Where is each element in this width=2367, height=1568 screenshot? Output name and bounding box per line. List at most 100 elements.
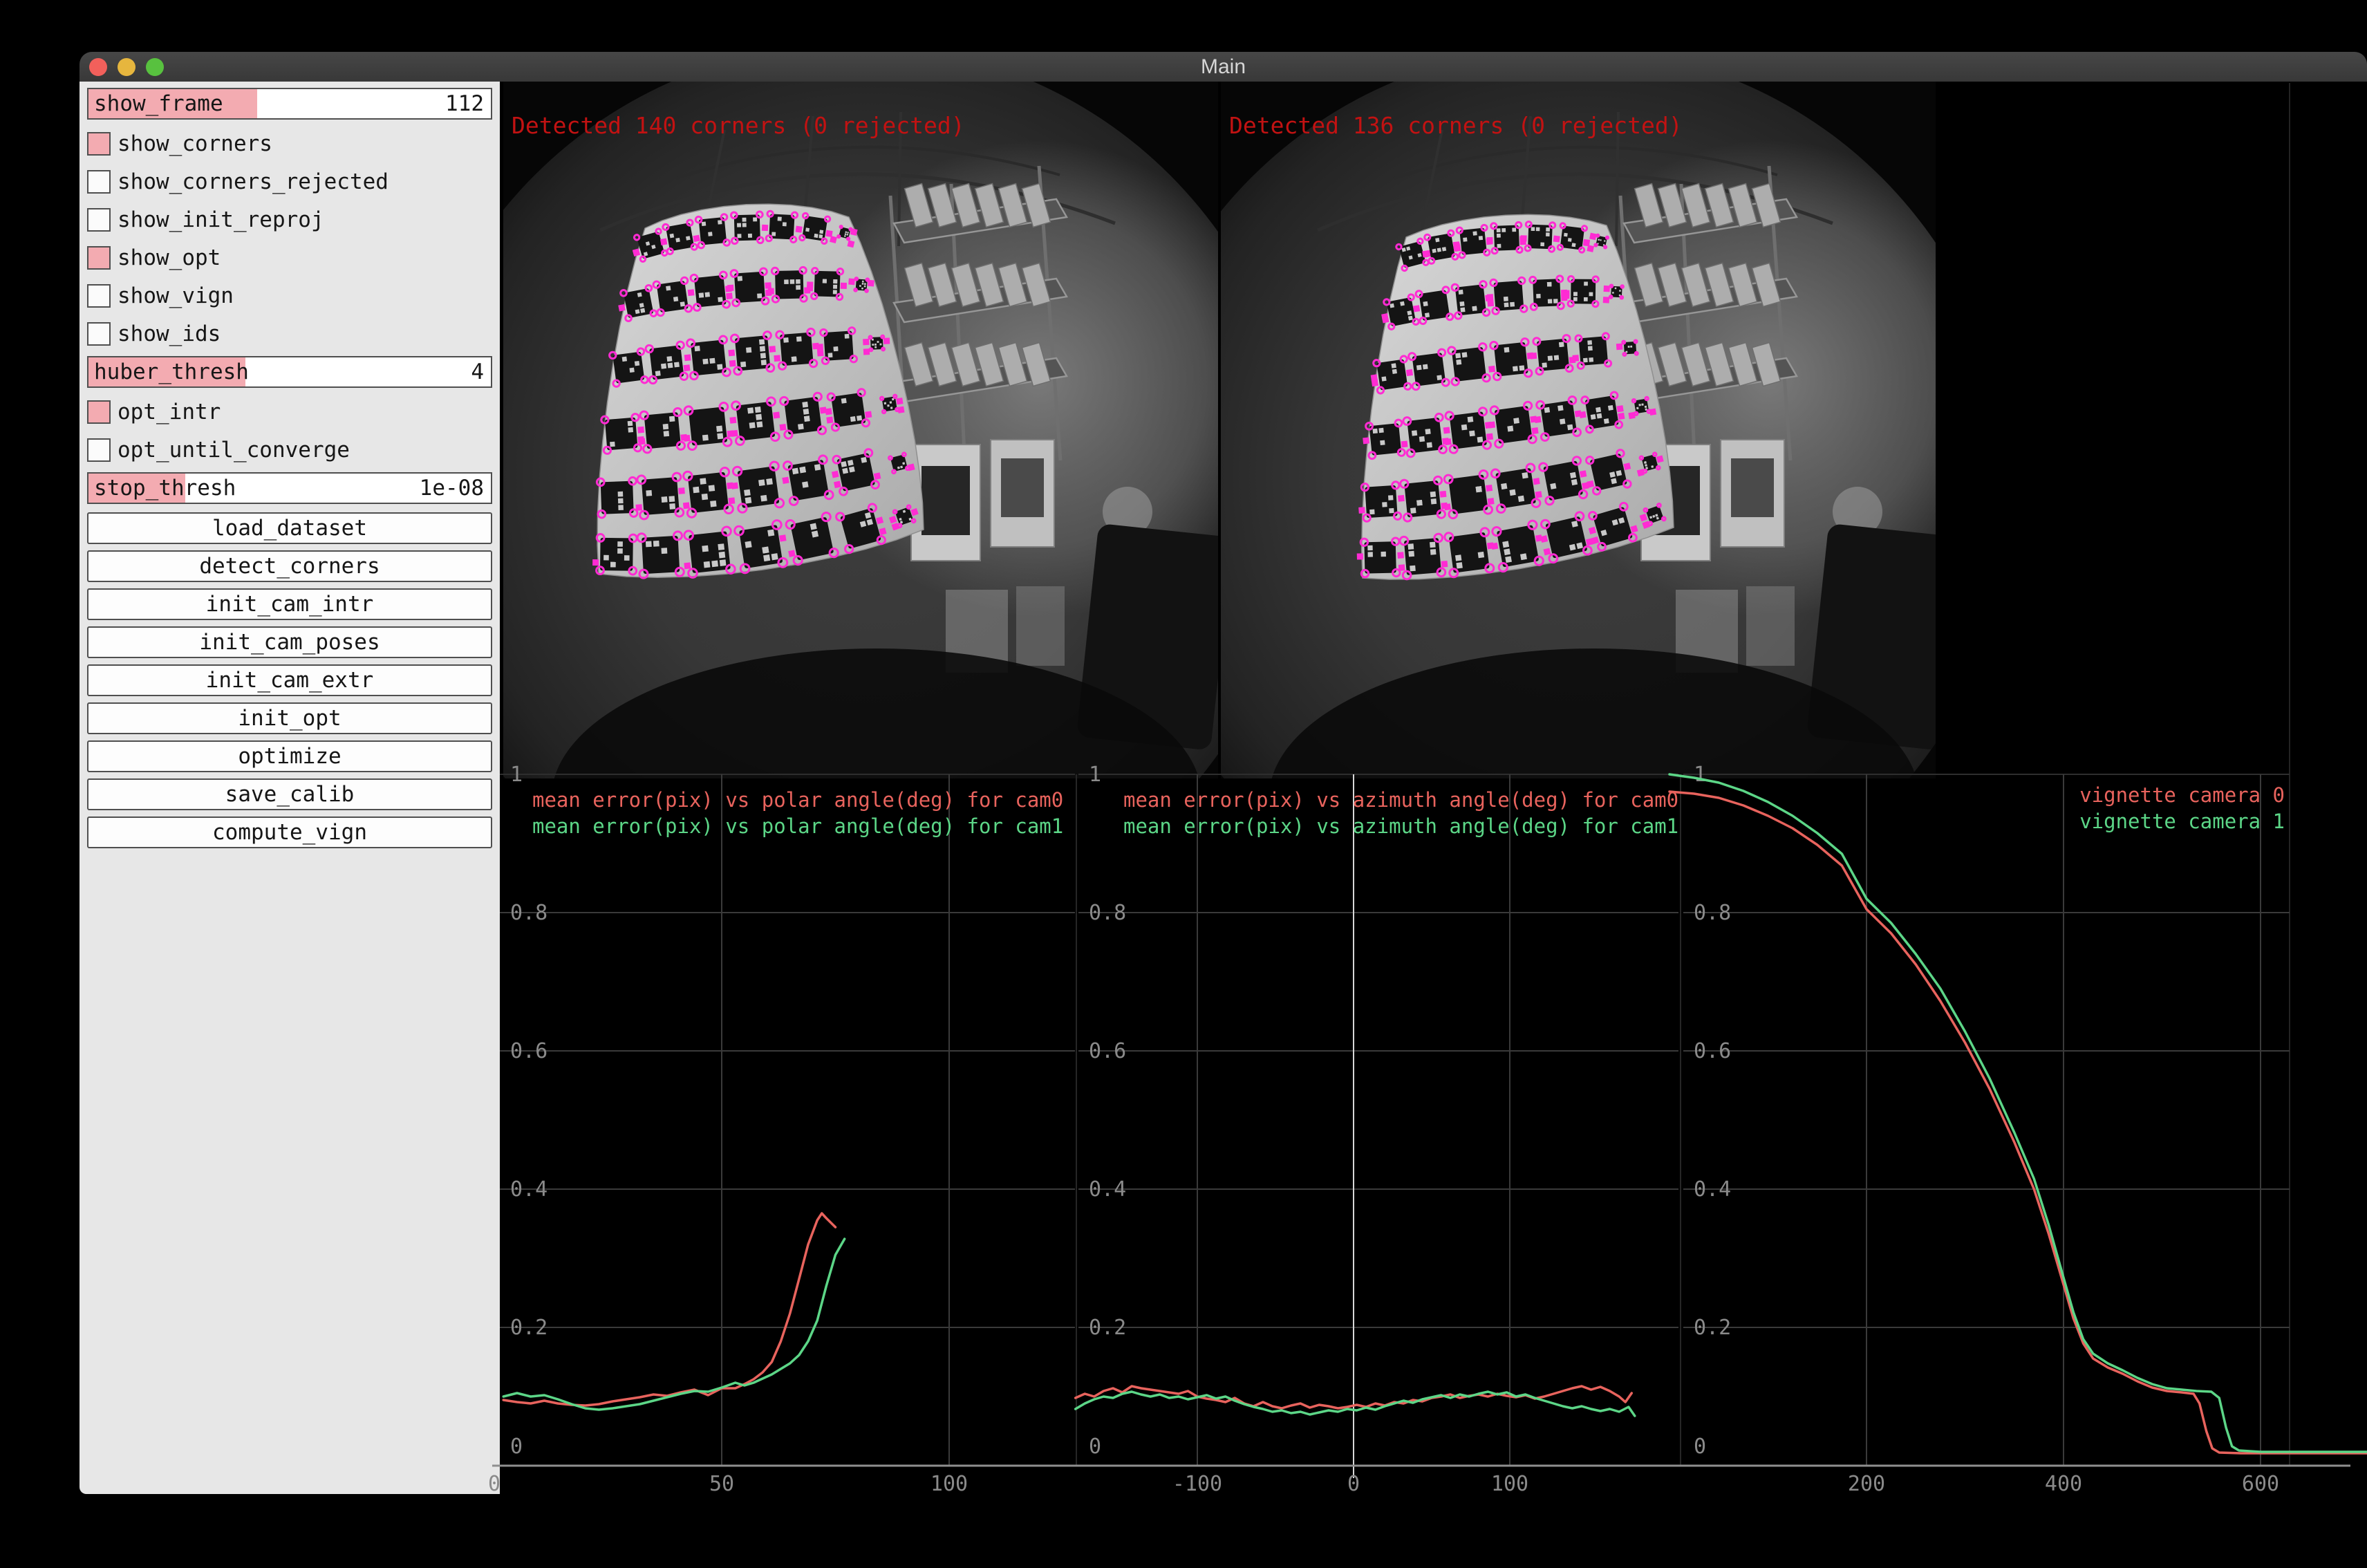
init_cam_extr-button[interactable]: init_cam_extr: [87, 664, 492, 696]
x-tick-label: 100: [1491, 1472, 1528, 1494]
corner-marker-icon: [883, 337, 890, 344]
slider-show_frame[interactable]: show_frame112: [87, 88, 492, 120]
checkbox-opt_until_converge[interactable]: opt_until_converge: [87, 434, 492, 465]
corner-marker-icon: [868, 280, 874, 287]
corner-marker-icon: [1453, 244, 1460, 251]
corner-marker-icon: [1488, 366, 1495, 373]
corner-marker-icon: [832, 471, 839, 478]
corner-marker-icon: [817, 350, 824, 357]
corner-marker-icon: [684, 435, 691, 442]
apriltag: [1408, 348, 1450, 390]
corner-marker-icon: [731, 483, 738, 489]
maximize-icon[interactable]: [146, 58, 164, 76]
corner-marker-icon: [1486, 485, 1493, 492]
corner-marker-icon: [728, 497, 735, 504]
corner-marker-icon: [768, 288, 774, 295]
checkbox-show_corners[interactable]: show_corners: [87, 128, 492, 159]
corner-marker-icon: [1488, 422, 1495, 429]
slider-value: 4: [471, 360, 484, 384]
x-tick-label: -100: [1172, 1472, 1222, 1494]
corner-marker-icon: [639, 438, 646, 445]
slider-huber_thresh[interactable]: huber_thresh4: [87, 356, 492, 388]
checkbox-box[interactable]: [87, 132, 111, 156]
corner-marker-icon: [863, 339, 869, 345]
plot-azimuth-error: -100010000.20.40.60.81mean error(pix) vs…: [1076, 763, 1678, 1494]
detect_corners-button[interactable]: detect_corners: [87, 550, 492, 582]
corner-marker-icon: [731, 430, 738, 437]
checkbox-box[interactable]: [87, 246, 111, 270]
checkbox-label: show_ids: [118, 321, 221, 346]
checkbox-opt_intr[interactable]: opt_intr: [87, 396, 492, 427]
plot-polar-error-area[interactable]: [500, 774, 1075, 1466]
corner-marker-icon: [788, 550, 796, 557]
checkbox-box[interactable]: [87, 438, 111, 462]
corner-marker-icon: [782, 477, 789, 484]
save_calib-button[interactable]: save_calib: [87, 778, 492, 810]
apriltag: [1520, 221, 1555, 252]
checkbox-box[interactable]: [87, 322, 111, 346]
corner-marker-icon: [726, 292, 733, 299]
corner-marker-icon: [1618, 413, 1625, 420]
apriltag: [597, 477, 637, 518]
plot-vignette-area[interactable]: [1683, 774, 2367, 1466]
corner-marker-icon: [774, 355, 780, 362]
load_dataset-button[interactable]: load_dataset: [87, 512, 492, 544]
init_cam_intr-button[interactable]: init_cam_intr: [87, 588, 492, 620]
corner-marker-icon: [1382, 316, 1390, 324]
corner-marker-icon: [688, 289, 695, 296]
corner-marker-icon: [683, 502, 690, 509]
checkbox-show_ids[interactable]: show_ids: [87, 318, 492, 349]
checkbox-label: show_init_reproj: [118, 207, 324, 232]
control-sidebar: show_frame112 show_corners show_corners_re…: [79, 82, 500, 1494]
camera-view-0: Detected 140 corners (0 rejected): [503, 82, 1218, 778]
plot-polar-error: 05010000.20.40.60.81mean error(pix) vs p…: [488, 763, 1075, 1494]
corner-marker-icon: [1440, 491, 1447, 498]
corner-marker-icon: [1603, 297, 1609, 303]
corner-marker-icon: [1372, 380, 1378, 386]
corner-marker-icon: [825, 408, 832, 415]
minimize-icon[interactable]: [118, 58, 135, 76]
checkbox-label: opt_intr: [118, 400, 221, 424]
checkbox-show_vign[interactable]: show_vign: [87, 280, 492, 311]
checkbox-box[interactable]: [87, 400, 111, 424]
corner-marker-icon: [1486, 433, 1493, 440]
checkbox-box[interactable]: [87, 170, 111, 194]
close-icon[interactable]: [89, 58, 107, 76]
corner-marker-icon: [1487, 300, 1494, 307]
checkbox-box[interactable]: [87, 284, 111, 308]
checkbox-show_init_reproj[interactable]: show_init_reproj: [87, 204, 492, 235]
corner-marker-icon: [1563, 292, 1569, 299]
checkbox-show_corners_rejected[interactable]: show_corners_rejected: [87, 166, 492, 197]
traffic-lights: [89, 52, 164, 82]
corner-marker-icon: [727, 285, 734, 292]
corner-marker-icon: [1486, 237, 1493, 243]
corner-marker-icon: [729, 360, 736, 367]
corner-marker-icon: [618, 304, 626, 312]
checkbox-box[interactable]: [87, 208, 111, 232]
corner-marker-icon: [1413, 305, 1420, 312]
corner-marker-icon: [1616, 405, 1623, 412]
x-tick-label: 400: [2045, 1472, 2082, 1494]
corner-marker-icon: [816, 344, 823, 351]
init_cam_poses-button[interactable]: init_cam_poses: [87, 626, 492, 658]
plot-azimuth-error-area[interactable]: [1078, 774, 1678, 1466]
title-bar[interactable]: Main: [79, 52, 2367, 82]
corner-marker-icon: [660, 239, 667, 245]
corner-marker-icon: [1357, 553, 1363, 559]
corner-marker-icon: [1589, 233, 1597, 241]
compute_vign-button[interactable]: compute_vign: [87, 816, 492, 848]
init_opt-button[interactable]: init_opt: [87, 702, 492, 734]
corner-marker-icon: [1553, 236, 1560, 243]
corner-marker-icon: [762, 225, 768, 231]
apriltag: [653, 277, 692, 317]
slider-value: 112: [445, 91, 484, 116]
x-tick-label: 100: [930, 1472, 968, 1494]
corner-marker-icon: [1444, 503, 1451, 510]
optimize-button[interactable]: optimize: [87, 740, 492, 772]
corner-marker-icon: [1491, 543, 1498, 550]
checkbox-label: show_vign: [118, 283, 234, 308]
slider-stop_thresh[interactable]: stop_thresh1e-08: [87, 472, 492, 504]
apriltag: [695, 214, 730, 248]
checkbox-show_opt[interactable]: show_opt: [87, 242, 492, 273]
corner-marker-icon: [848, 279, 855, 286]
